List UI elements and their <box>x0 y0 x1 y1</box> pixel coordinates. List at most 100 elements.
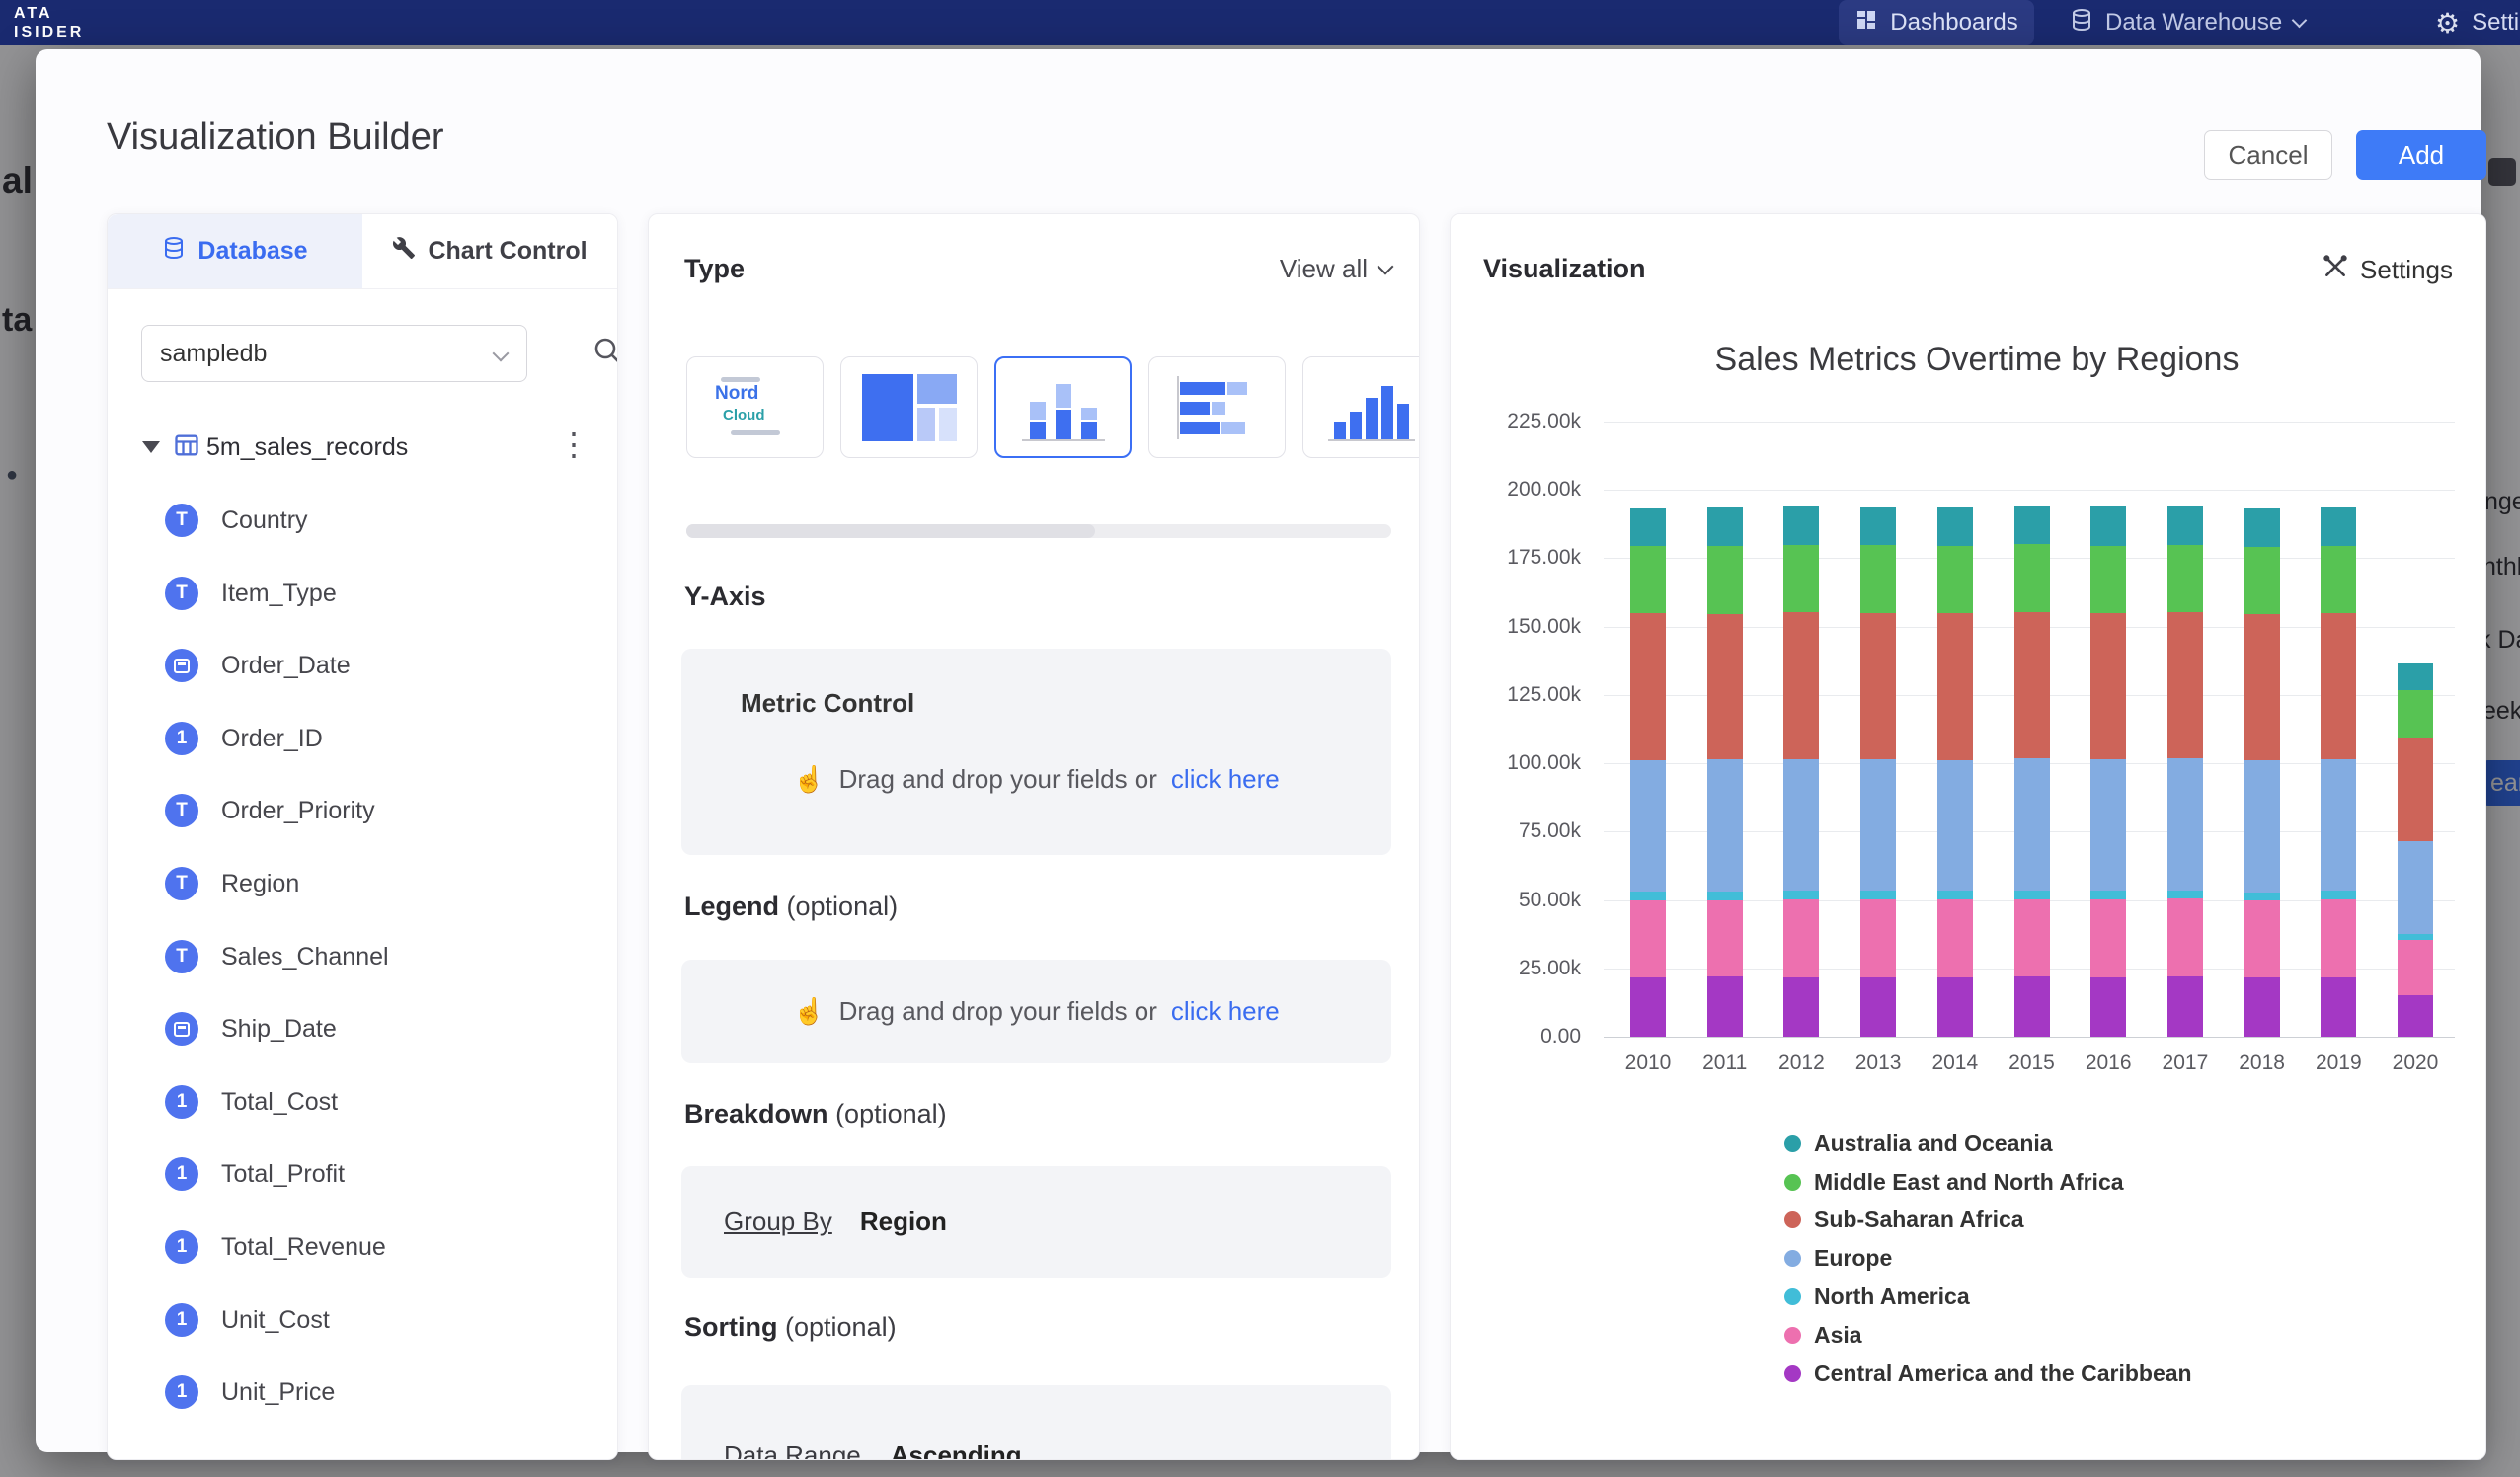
legend-dropzone[interactable]: ☝ Drag and drop your fields or click her… <box>681 960 1391 1063</box>
breakdown-dropzone[interactable]: Group By Region <box>681 1166 1391 1278</box>
bar-segment <box>1630 546 1666 613</box>
settings-button[interactable]: Settings <box>2323 254 2453 286</box>
bar-segment <box>2244 614 2280 760</box>
chart-type-stacked-bar[interactable] <box>1148 356 1286 458</box>
nav-item-data-warehouse[interactable]: Data Warehouse <box>2070 0 2305 45</box>
sorting-field-label[interactable]: Data Range <box>724 1440 861 1460</box>
view-all-label: View all <box>1280 254 1368 284</box>
legend-item[interactable]: Asia <box>1784 1316 2192 1355</box>
bar-segment <box>1937 760 1973 892</box>
tab-label: Database <box>197 237 307 266</box>
bar-segment <box>1707 900 1743 977</box>
field-type-number-icon: 1 <box>165 722 198 755</box>
bar-segment <box>1707 976 1743 1037</box>
field-type-number-icon: 1 <box>165 1303 198 1337</box>
sorting-row[interactable]: Data Range Ascending <box>681 1385 1391 1460</box>
x-axis-labels: 2010201120122013201420152016201720182019… <box>1604 1051 2455 1085</box>
field-item-total_revenue[interactable]: 1Total_Revenue <box>108 1210 618 1283</box>
y-tick-label: 225.00k <box>1507 410 1581 433</box>
click-here-link[interactable]: click here <box>1171 996 1280 1027</box>
bar-segment <box>2398 690 2433 738</box>
bar-segment <box>1937 546 1973 613</box>
legend-color-dot <box>1784 1211 1801 1228</box>
add-button[interactable]: Add <box>2356 130 2486 180</box>
nav-item-settings[interactable]: ⚙ Setti <box>2435 0 2519 45</box>
stacked-bar-2017[interactable] <box>2167 422 2203 1037</box>
field-item-country[interactable]: TCountry <box>108 484 618 557</box>
chart-type-column[interactable] <box>1302 356 1420 458</box>
chart-type-treemap[interactable] <box>840 356 978 458</box>
field-item-item_type[interactable]: TItem_Type <box>108 557 618 630</box>
stacked-bar-2014[interactable] <box>1937 422 1973 1037</box>
y-tick-label: 100.00k <box>1507 751 1581 775</box>
chart-type-stacked-column[interactable] <box>994 356 1132 458</box>
group-by-label[interactable]: Group By <box>724 1206 832 1237</box>
click-here-link[interactable]: click here <box>1171 764 1280 795</box>
nav-item-label: Dashboards <box>1890 9 2017 37</box>
column-chart-icon <box>1324 374 1419 441</box>
nav-item-dashboards[interactable]: Dashboards <box>1839 0 2034 45</box>
field-item-unit_cost[interactable]: 1Unit_Cost <box>108 1283 618 1357</box>
stacked-bar-2013[interactable] <box>1860 422 1896 1037</box>
legend-item[interactable]: Sub-Saharan Africa <box>1784 1202 2192 1240</box>
horizontal-scrollbar[interactable] <box>686 524 1391 538</box>
legend-item[interactable]: North America <box>1784 1278 2192 1316</box>
field-item-order_id[interactable]: 1Order_ID <box>108 702 618 775</box>
caret-down-icon[interactable] <box>142 441 160 453</box>
field-item-unit_price[interactable]: 1Unit_Price <box>108 1356 618 1429</box>
legend-label: Europe <box>1814 1245 1892 1272</box>
sorting-optional-text: (optional) <box>785 1312 897 1342</box>
field-item-order_date[interactable]: Order_Date <box>108 629 618 702</box>
y-tick-label: 50.00k <box>1519 889 1581 912</box>
stacked-bar-2016[interactable] <box>2090 422 2126 1037</box>
field-item-total_profit[interactable]: 1Total_Profit <box>108 1137 618 1210</box>
bar-segment <box>2398 738 2433 841</box>
bar-segment <box>2090 977 2126 1037</box>
bar-segment <box>1630 508 1666 547</box>
breakdown-heading: Breakdown (optional) <box>684 1099 947 1129</box>
stacked-bar-2019[interactable] <box>2321 422 2356 1037</box>
cancel-button[interactable]: Cancel <box>2204 130 2332 180</box>
tools-icon <box>2323 254 2348 286</box>
plot-area <box>1604 422 2455 1037</box>
drop-hint-text: Drag and drop your fields or <box>839 996 1157 1027</box>
field-item-ship_date[interactable]: Ship_Date <box>108 992 618 1065</box>
view-all-button[interactable]: View all <box>1182 254 1391 284</box>
tab-database[interactable]: Database <box>108 214 362 288</box>
stacked-bar-2012[interactable] <box>1783 422 1819 1037</box>
field-item-region[interactable]: TRegion <box>108 847 618 920</box>
metric-control-dropzone[interactable]: Metric Control ☝ Drag and drop your fiel… <box>681 649 1391 855</box>
field-type-text-icon: T <box>165 504 198 537</box>
kebab-menu-icon[interactable]: ⋮ <box>558 426 590 463</box>
visualization-panel: Visualization Settings Sales Metrics Ove… <box>1450 213 2486 1460</box>
group-by-value[interactable]: Region <box>860 1206 947 1237</box>
stacked-bar-2018[interactable] <box>2244 422 2280 1037</box>
tab-chart-control[interactable]: Chart Control <box>362 214 617 288</box>
field-label: Item_Type <box>221 580 337 608</box>
legend-item[interactable]: Australia and Oceania <box>1784 1125 2192 1163</box>
database-select[interactable]: sampledb <box>141 325 527 382</box>
field-item-order_priority[interactable]: TOrder_Priority <box>108 774 618 847</box>
bar-segment <box>2321 507 2356 546</box>
bar-segment <box>1937 891 1973 899</box>
legend-item[interactable]: Middle East and North Africa <box>1784 1163 2192 1202</box>
stacked-bar-2020[interactable] <box>2398 422 2433 1037</box>
field-item-total_cost[interactable]: 1Total_Cost <box>108 1065 618 1138</box>
brand-line-1: ATA <box>14 4 84 23</box>
bar-segment <box>2167 506 2203 545</box>
legend-item[interactable]: Central America and the Caribbean <box>1784 1355 2192 1393</box>
chart-type-word-cloud[interactable]: Nord Cloud <box>686 356 824 458</box>
bar-segment <box>1707 759 1743 892</box>
stacked-bar-2011[interactable] <box>1707 422 1743 1037</box>
search-icon[interactable] <box>591 335 618 371</box>
field-item-sales_channel[interactable]: TSales_Channel <box>108 920 618 993</box>
sorting-direction-value[interactable]: Ascending <box>891 1440 1022 1460</box>
legend-item[interactable]: Europe <box>1784 1239 2192 1278</box>
top-navigation-bar: ATA ISIDER Dashboards Data Warehouse ⚙ S… <box>0 0 2520 45</box>
stacked-bar-2010[interactable] <box>1630 422 1666 1037</box>
stacked-bar-2015[interactable] <box>2014 422 2050 1037</box>
bar-segment <box>2090 506 2126 545</box>
scrollbar-thumb[interactable] <box>686 524 1095 538</box>
bar-segment <box>1707 892 1743 900</box>
table-name[interactable]: 5m_sales_records <box>206 433 408 462</box>
